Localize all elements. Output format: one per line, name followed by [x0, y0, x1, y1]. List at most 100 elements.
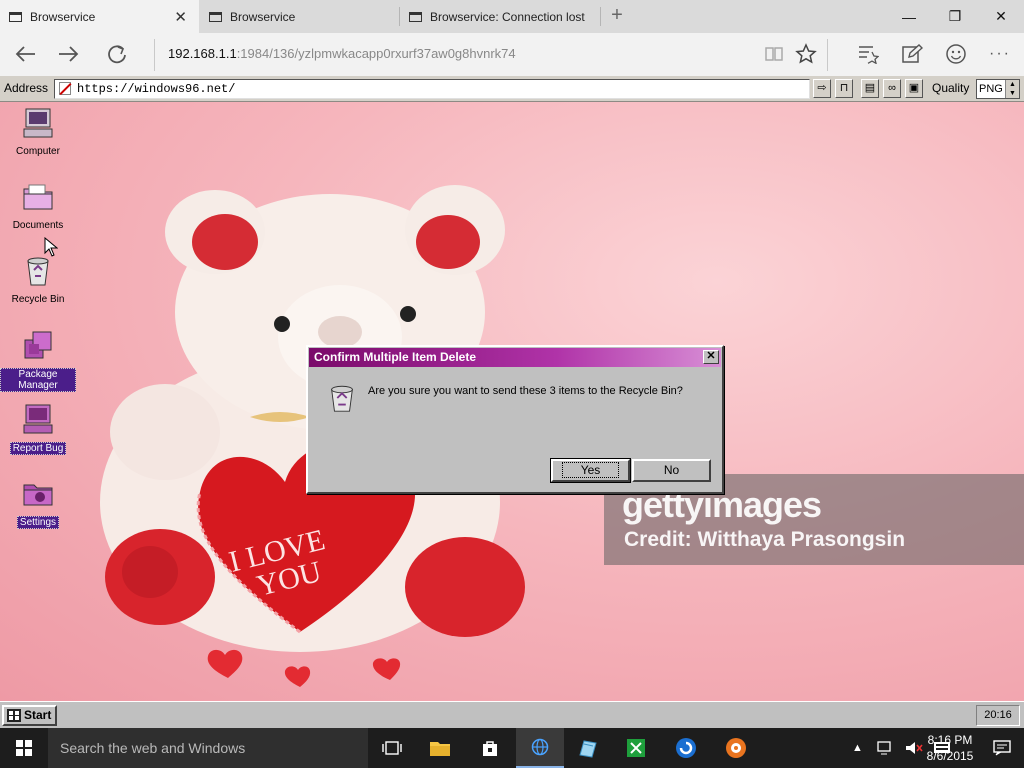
url-host: 192.168.1.1	[168, 46, 237, 61]
clock-time: 8:16 PM	[927, 733, 973, 747]
new-tab-button[interactable]: +	[605, 4, 629, 28]
network-icon[interactable]	[877, 741, 895, 755]
desktop-icon-recycle-bin[interactable]: Recycle Bin	[0, 254, 76, 305]
taskbar-paint[interactable]	[564, 728, 612, 768]
browservice-address-bar: Address https://windows96.net/ ⇨ ⊓ ▤ ∞ ▣…	[0, 76, 1024, 102]
desktop-icon-label: Settings	[16, 516, 60, 529]
folder-icon	[23, 184, 53, 210]
favorite-button[interactable]	[789, 39, 823, 69]
globe-icon	[531, 738, 549, 756]
url-bar[interactable]: 192.168.1.1:1984/136/yzlpmwkacapp0rxurf3…	[154, 38, 754, 70]
tab-page-icon	[409, 11, 422, 22]
refresh-icon	[108, 45, 126, 64]
desktop-icon-settings[interactable]: Settings	[0, 476, 76, 529]
tab-separator	[600, 7, 601, 26]
paste-icon[interactable]: ▣	[905, 79, 923, 98]
find-binoculars-icon[interactable]: ∞	[883, 79, 901, 98]
address-label: Address	[4, 81, 49, 95]
clipboard-icon[interactable]: ▤	[861, 79, 879, 98]
package-icon	[24, 331, 52, 359]
taskbar-app-orange[interactable]	[712, 728, 760, 768]
hub-icon	[859, 46, 879, 64]
task-view-button[interactable]	[368, 728, 416, 768]
taskbar-file-explorer[interactable]	[416, 728, 464, 768]
desktop-icon-label: Recycle Bin	[11, 294, 65, 305]
tab-close-icon[interactable]: ✕	[174, 8, 187, 26]
back-button[interactable]	[8, 39, 42, 69]
tab-page-icon	[9, 11, 22, 22]
dialog-close-button[interactable]: ✕	[703, 350, 719, 364]
taskbar-search-box[interactable]: Search the web and Windows	[48, 728, 368, 768]
win96-clock: 20:16	[976, 705, 1020, 726]
taskbar-browser[interactable]	[516, 728, 564, 768]
tab-connection-lost[interactable]: Browservice: Connection lost	[400, 0, 600, 33]
reading-view-button[interactable]	[757, 39, 791, 69]
dialog-title: Confirm Multiple Item Delete	[309, 348, 721, 367]
quality-select[interactable]: PNG ▲ ▼	[976, 79, 1020, 99]
desktop-icon-label: Package Manager	[0, 368, 76, 392]
bookmark-icon[interactable]: ⊓	[835, 79, 853, 98]
book-icon	[765, 47, 783, 61]
forward-arrow-icon	[59, 46, 79, 62]
tray-expand-icon[interactable]: ▲	[852, 742, 863, 754]
start-label: Start	[24, 708, 52, 722]
taskbar-excel[interactable]	[612, 728, 660, 768]
browser-tab-strip: Browservice ✕ Browservice Browservice: C…	[0, 0, 1024, 33]
desktop-icon-report-bug[interactable]: Report Bug	[0, 402, 76, 455]
url-path: :1984/136/yzlpmwkacapp0rxurf37aw0g8hvnrk…	[236, 46, 516, 61]
system-clock[interactable]: 8:16 PM 8/6/2015	[920, 732, 980, 764]
desktop-icon-package-manager[interactable]: Package Manager	[0, 328, 76, 392]
taskbar-app-blue[interactable]	[662, 728, 710, 768]
confirm-delete-dialog: Confirm Multiple Item Delete ✕ Are you s…	[306, 345, 724, 494]
feedback-button[interactable]	[939, 39, 973, 69]
clock-date: 8/6/2015	[926, 749, 974, 763]
tab-browservice-2[interactable]: Browservice	[200, 0, 398, 33]
desktop-icon-label: Report Bug	[9, 442, 67, 455]
close-window-button[interactable]: ✕	[978, 0, 1024, 33]
bug-report-icon	[23, 404, 53, 434]
pen-note-icon	[902, 44, 923, 63]
hub-button[interactable]	[851, 39, 885, 69]
desktop-icon-label: Computer	[16, 146, 60, 157]
refresh-button[interactable]	[100, 39, 134, 69]
yes-button[interactable]: Yes	[550, 458, 631, 483]
tab-title: Browservice: Connection lost	[430, 9, 585, 24]
taskbar-store[interactable]	[466, 728, 514, 768]
notification-button[interactable]	[980, 728, 1024, 768]
dialog-message: Are you sure you want to send these 3 it…	[368, 385, 683, 397]
desktop-icon-computer[interactable]: Computer	[0, 106, 76, 157]
quality-spinner-icon[interactable]: ▲ ▼	[1005, 80, 1019, 98]
tab-browservice-1[interactable]: Browservice ✕	[0, 0, 199, 33]
address-value: https://windows96.net/	[77, 82, 236, 96]
address-input[interactable]: https://windows96.net/	[54, 79, 810, 99]
more-menu-icon[interactable]: ···	[983, 39, 1017, 69]
mouse-cursor-icon	[44, 237, 58, 257]
yes-label: Yes	[561, 462, 620, 478]
forward-button[interactable]	[52, 39, 86, 69]
windows10-taskbar: Search the web and Windows ▲ 8:16 PM 8/6…	[0, 728, 1024, 768]
tab-title: Browservice	[30, 9, 96, 24]
tab-title: Browservice	[230, 9, 296, 24]
no-button[interactable]: No	[632, 459, 711, 482]
toolbar-divider	[827, 39, 828, 71]
insecure-site-icon	[59, 82, 71, 95]
blue-circle-app-icon	[676, 738, 696, 758]
recycle-bin-icon	[27, 257, 49, 286]
minimize-button[interactable]: —	[886, 0, 932, 33]
quality-value: PNG	[979, 83, 1003, 95]
store-bag-icon	[483, 741, 497, 756]
web-note-button[interactable]	[895, 39, 929, 69]
desktop-icon-label: Documents	[12, 220, 64, 231]
file-explorer-icon	[430, 742, 450, 756]
start-button[interactable]: Start	[2, 705, 57, 726]
maximize-button[interactable]: ❐	[932, 0, 978, 33]
go-button[interactable]: ⇨	[813, 79, 831, 98]
tab-page-icon	[209, 11, 222, 22]
desktop-icon-documents[interactable]: Documents	[0, 180, 76, 231]
recycle-bin-icon	[331, 385, 353, 412]
task-view-icon	[382, 741, 402, 755]
browser-toolbar: 192.168.1.1:1984/136/yzlpmwkacapp0rxurf3…	[0, 33, 1024, 76]
windows-start-button[interactable]	[0, 728, 48, 768]
settings-folder-icon	[23, 484, 53, 506]
quality-label: Quality	[932, 81, 970, 95]
